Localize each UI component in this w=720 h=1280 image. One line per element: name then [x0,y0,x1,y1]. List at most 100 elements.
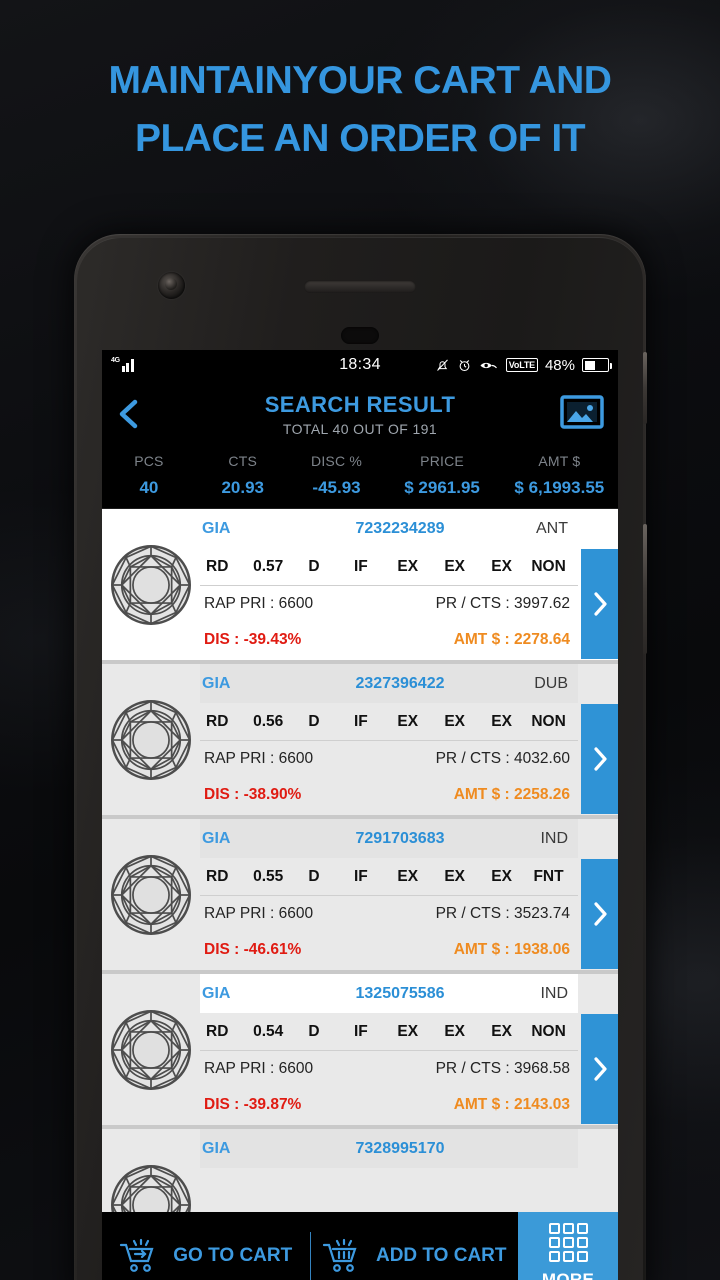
phone-screen: 4G 18:34 VoLTE 48% SEARCH RESULT TOTAL 4… [102,350,618,1280]
round-diamond-icon [111,699,191,780]
chevron-left-icon [119,399,138,429]
cart-plus-icon [322,1238,357,1272]
result-discount-row: DIS : -39.87% AMT $ : 2143.03 [200,1087,578,1123]
report-number[interactable]: 2327396422 [288,675,512,693]
attr-clarity: IF [353,867,368,885]
result-attributes-row: RD 0.56 D IF EX EX EX NON [200,703,578,741]
location-code: IND [540,984,568,1002]
battery-icon [582,358,612,372]
result-price-row: RAP PRI : 6600 PR / CTS : 3523.74 [200,896,578,932]
diamond-thumbnail[interactable] [102,819,200,970]
result-header-row: GIA 7291703683 IND [200,819,578,858]
summary-totals: PCS CTS DISC % PRICE AMT $ 40 20.93 -45.… [102,448,618,509]
result-card[interactable]: GIA 7291703683 IND RD 0.55 D IF EX EX EX [102,819,618,970]
attr-polish: EX [444,1022,466,1040]
attr-color: D [308,1022,320,1040]
result-price-row: RAP PRI : 6600 PR / CTS : 3968.58 [200,1051,578,1087]
attr-polish: EX [444,867,466,885]
diamond-thumbnail[interactable] [102,974,200,1125]
power-button[interactable] [643,352,647,424]
result-details: GIA 2327396422 DUB RD 0.56 D IF EX EX EX [200,664,618,815]
attr-clarity: IF [353,1022,368,1040]
report-number[interactable]: 7232234289 [288,520,512,538]
price-per-carat: PR / CTS : 3997.62 [435,595,570,612]
report-number[interactable]: 7291703683 [288,830,512,848]
eye-icon [480,362,497,368]
promo-headline: MAINTAINYOUR CART AND PLACE AN ORDER OF … [0,52,720,168]
diamond-thumbnail[interactable] [102,664,200,815]
chevron-right-icon [593,1057,607,1081]
attr-polish: EX [444,557,466,575]
attr-symmetry: EX [491,557,512,575]
more-label: MORE [541,1269,595,1280]
volume-button[interactable] [643,524,647,654]
summary-value-disc: -45.93 [312,478,361,497]
report-number[interactable]: 1325075586 [288,985,512,1003]
proximity-sensor [341,327,379,344]
grid-3x3-icon [548,1222,588,1262]
status-bar: 4G 18:34 VoLTE 48% [102,350,618,380]
network-type-label: 4G [111,357,120,364]
summary-value-row: 40 20.93 -45.93 $ 2961.95 $ 6,1993.55 [102,469,618,498]
gallery-view-button[interactable] [560,394,604,434]
discount-value: DIS : -46.61% [204,941,302,958]
price-per-carat: PR / CTS : 3523.74 [435,905,570,922]
cart-arrow-icon [120,1238,154,1272]
price-per-carat: PR / CTS : 4032.60 [435,750,570,767]
lab-name: GIA [202,1139,231,1157]
price-per-carat: PR / CTS : 3968.58 [435,1060,570,1077]
attr-carat: 0.55 [253,867,284,885]
attr-cut: EX [397,712,419,730]
amount-value: AMT $ : 1938.06 [453,941,570,958]
result-attributes-row: RD 0.55 D IF EX EX EX FNT [200,858,578,896]
chevron-right-icon [593,747,607,771]
go-to-cart-label: GO TO CART [173,1245,293,1266]
status-time: 18:34 [339,356,381,373]
volte-badge: VoLTE [505,358,538,372]
result-header-row: GIA 7232234289 ANT [200,509,578,548]
more-button[interactable]: MORE [518,1212,618,1280]
report-number[interactable]: 7328995170 [288,1140,512,1158]
result-card[interactable]: GIA 2327396422 DUB RD 0.56 D IF EX EX EX [102,664,618,815]
lab-name: GIA [202,674,231,692]
add-to-cart-button[interactable]: ADD TO CART [311,1212,519,1280]
amount-value: AMT $ : 2278.64 [453,631,570,648]
result-header-row: GIA 2327396422 DUB [200,664,578,703]
rap-price: RAP PRI : 6600 [204,1060,314,1077]
page-title: SEARCH RESULT [264,391,456,417]
attr-symmetry: EX [491,712,512,730]
result-expand-button[interactable] [581,1014,618,1124]
attr-carat: 0.56 [253,712,284,730]
result-discount-row: DIS : -46.61% AMT $ : 1938.06 [200,932,578,968]
attr-cut: EX [397,557,419,575]
go-to-cart-button[interactable]: GO TO CART [102,1212,310,1280]
location-code: IND [540,829,568,847]
signal-bars-icon: 4G [111,357,134,372]
back-button[interactable] [116,398,160,430]
result-expand-button[interactable] [581,859,618,969]
attr-color: D [308,867,320,885]
result-card[interactable]: GIA 1325075586 IND RD 0.54 D IF EX EX EX [102,974,618,1125]
search-results-list[interactable]: GIA 7232234289 ANT RD 0.57 D IF EX EX EX [102,509,618,1280]
attr-symmetry: EX [491,867,512,885]
battery-percent: 48% [544,356,575,374]
summary-label-cts: CTS [228,453,258,469]
status-icons: VoLTE 48% [435,356,612,374]
lab-name: GIA [202,829,231,847]
attr-shape: RD [206,557,229,575]
discount-value: DIS : -39.87% [204,1096,302,1113]
summary-header-row: PCS CTS DISC % PRICE AMT $ [102,453,618,469]
attr-symmetry: EX [491,1022,512,1040]
location-code: ANT [536,519,568,537]
result-expand-button[interactable] [581,704,618,814]
round-diamond-icon [111,544,191,625]
result-card[interactable]: GIA 7232234289 ANT RD 0.57 D IF EX EX EX [102,509,618,660]
result-expand-button[interactable] [581,549,618,659]
amount-value: AMT $ : 2258.26 [453,786,570,803]
headline-line-1: MAINTAINYOUR CART AND [108,59,612,102]
summary-label-disc: DISC % [311,453,363,469]
summary-value-price: $ 2961.95 [404,478,480,497]
attr-fluorescence: NON [531,557,566,575]
diamond-thumbnail[interactable] [102,509,200,660]
discount-value: DIS : -39.43% [204,631,302,648]
